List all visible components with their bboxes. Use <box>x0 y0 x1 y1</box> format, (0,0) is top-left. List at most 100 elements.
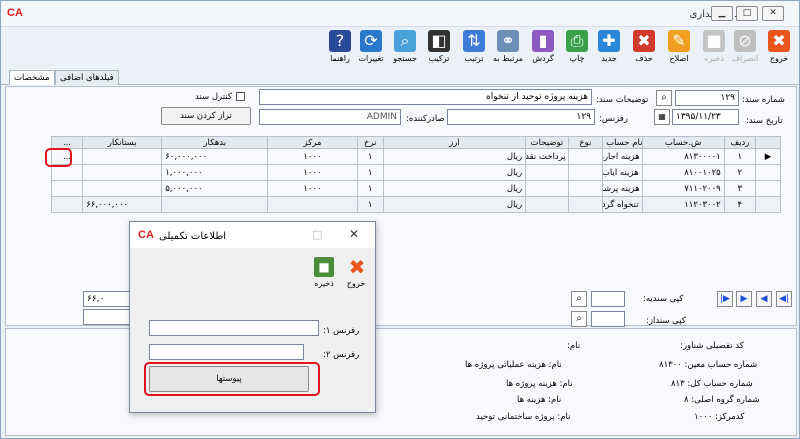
column-header[interactable]: بستانکار <box>82 136 163 149</box>
related-button[interactable]: ⚭ مرتبط به <box>491 30 525 68</box>
detail-name-label: نام: <box>567 341 581 351</box>
tab-strip: مشخصات فیلدهای اضافی <box>1 69 799 85</box>
dialog-save-icon[interactable]: ■ <box>314 257 334 277</box>
doc-date-input[interactable]: ۱۳۹۵/۱۱/۲۳ <box>672 109 739 125</box>
table-row[interactable]: ۵,۰۰۰,۰۰۰۱۰۰۰۱ریال هزینه پرشکاری۷۱۱۰۲۰۰۹۳ <box>50 180 782 197</box>
dialog-exit-icon[interactable]: ✖ <box>345 256 369 278</box>
maximize-button[interactable]: □ <box>736 6 758 21</box>
new-button[interactable]: ✚ جدید <box>592 30 626 68</box>
cell-center: ۱۰۰۰ <box>267 164 358 181</box>
sort-label: ترتیب <box>464 54 484 63</box>
copy-to-input[interactable] <box>591 291 625 307</box>
cell-more[interactable] <box>50 196 84 213</box>
doc-desc-input[interactable]: هزینه پروژه توحید از تنخواه <box>259 89 592 105</box>
dialog-title-bar: CA اطلاعات تکمیلی □ ✕ <box>130 222 375 248</box>
minimize-button[interactable]: ▁ <box>711 6 733 21</box>
cell-rate: ۱ <box>356 164 384 181</box>
cell-more[interactable] <box>50 180 84 197</box>
search-icon[interactable]: ⌕ <box>656 90 672 106</box>
new-icon: ✚ <box>598 30 620 52</box>
column-header[interactable]: ... <box>50 136 84 149</box>
dialog-exit-label[interactable]: خروج <box>342 279 370 288</box>
reference-input[interactable]: ۱۲۹ <box>447 109 595 125</box>
tab-specs[interactable]: مشخصات <box>9 70 55 85</box>
dialog-body: ✖ خروج ■ ذخیره رفرنس ۱: رفرنس ۲: پیوستها <box>130 248 375 412</box>
table-row[interactable]: ...۶۰,۰۰۰,۰۰۰۱۰۰۰۱ریالپرداخت نقدی به شخص… <box>50 148 782 165</box>
help-label: راهنما <box>330 54 350 63</box>
exit-button[interactable]: ✖ خروج <box>762 30 796 68</box>
dialog-close-icon[interactable]: ✕ <box>349 227 359 241</box>
cell-desc <box>525 196 569 213</box>
cell-name: هزینه اجاره محل پروژه <box>602 148 643 165</box>
column-header[interactable]: توضیحات <box>525 136 569 149</box>
copy-from-input[interactable] <box>591 311 625 327</box>
ref1-input[interactable] <box>149 320 319 336</box>
search-button[interactable]: ⌕ جستجو <box>388 30 422 68</box>
cell-acc: ۷۱۱۰۲۰۰۹ <box>641 180 725 197</box>
cancel-button[interactable]: ⊘ انصراف <box>728 30 762 68</box>
cell-desc: پرداخت نقدی به شخص <box>525 148 569 165</box>
doc-date-label: تاریخ سند: <box>746 116 783 126</box>
cell-rate: ۱ <box>356 148 384 165</box>
column-header[interactable]: نوع <box>567 136 604 149</box>
cell-cur: ریال <box>382 164 527 181</box>
merge-icon: ◧ <box>428 30 450 52</box>
doc-control-checkbox[interactable] <box>236 92 245 101</box>
title-bar: CA سند حسابداری ▁ □ ✕ <box>1 1 799 27</box>
column-header[interactable]: ردیف <box>723 136 756 149</box>
ref2-input[interactable] <box>149 344 304 360</box>
copy-to-search-icon[interactable]: ⌕ <box>571 291 587 307</box>
cell-name: تنخواه گردان-اسدی <box>602 196 643 213</box>
reference-label: رفرنس: <box>599 114 628 124</box>
balance-doc-button[interactable]: تراز کردن سند <box>161 107 251 125</box>
cell-debit: ۵,۰۰۰,۰۰۰ <box>161 180 269 197</box>
search-label: جستجو <box>393 54 417 63</box>
calendar-icon[interactable]: ▦ <box>654 109 670 125</box>
changes-button[interactable]: ⟳ تغییرات <box>354 30 388 68</box>
print-button[interactable]: ⎙ چاپ <box>560 30 594 68</box>
cell-type <box>567 180 604 197</box>
cancel-label: انصراف <box>731 54 759 63</box>
dialog-title: اطلاعات تکمیلی <box>159 231 227 242</box>
cell-desc <box>525 180 569 197</box>
doc-number-input[interactable]: ۱۲۹ <box>675 90 739 106</box>
first-record-icon[interactable]: |▶ <box>717 291 733 307</box>
group-name: نام: هزینه ها <box>517 395 562 405</box>
turnover-icon: ▮ <box>532 30 554 52</box>
exit-icon: ✖ <box>768 30 790 52</box>
turnover-button[interactable]: ▮ گردش <box>526 30 560 68</box>
column-header[interactable]: نرخ <box>356 136 384 149</box>
column-header[interactable]: نام حساب <box>602 136 643 149</box>
column-header[interactable]: ارز <box>382 136 527 149</box>
delete-button[interactable]: ✖ حذف <box>627 30 661 68</box>
merge-button[interactable]: ◧ ترکیب <box>422 30 456 68</box>
sort-button[interactable]: ⇅ ترتیب <box>457 30 491 68</box>
dialog-save-label[interactable]: ذخیره <box>308 279 340 288</box>
column-header[interactable]: مرکز <box>267 136 358 149</box>
tab-extra-fields[interactable]: فیلدهای اضافی <box>55 70 119 85</box>
copy-from-search-icon[interactable]: ⌕ <box>571 311 587 327</box>
edit-icon: ✎ <box>668 30 690 52</box>
last-record-icon[interactable]: ◀| <box>776 291 792 307</box>
save-icon: ■ <box>703 30 725 52</box>
dialog-maximize-icon: □ <box>312 228 323 241</box>
cell-idx: ۳ <box>723 180 756 197</box>
prev-record-icon[interactable]: ◀ <box>756 291 772 307</box>
cell-type <box>567 164 604 181</box>
app-logo: CA <box>7 7 23 19</box>
table-row[interactable]: ۶۶,۰۰۰,۰۰۰ ۱ریال تنخواه گردان-اسدی۱۱۲۰۳۰۰۲… <box>50 196 782 213</box>
main-window: CA سند حسابداری ▁ □ ✕ ✖خروج⊘انصراف■ذخیره… <box>0 0 800 439</box>
more-highlight <box>45 148 72 167</box>
help-button[interactable]: ? راهنما <box>323 30 357 68</box>
cell-idx: ۴ <box>723 196 756 213</box>
close-window-button[interactable]: ✕ <box>762 6 784 21</box>
save-button[interactable]: ■ ذخیره <box>697 30 731 68</box>
table-row[interactable]: ۱,۰۰۰,۰۰۰۱۰۰۰۱ریال هزینه ایاب و ذهاب۸۱۰۰۱… <box>50 164 782 181</box>
issuer-input: ADMIN <box>259 109 401 125</box>
delete-icon: ✖ <box>633 30 655 52</box>
column-header[interactable]: ش.حساب <box>641 136 725 149</box>
edit-button[interactable]: ✎ اصلاح <box>662 30 696 68</box>
column-header[interactable]: بدهکار <box>161 136 269 149</box>
next-record-icon[interactable]: ▶ <box>736 291 752 307</box>
moein-account: شماره حساب معین: ۸۱۳۰۰ <box>659 360 758 370</box>
